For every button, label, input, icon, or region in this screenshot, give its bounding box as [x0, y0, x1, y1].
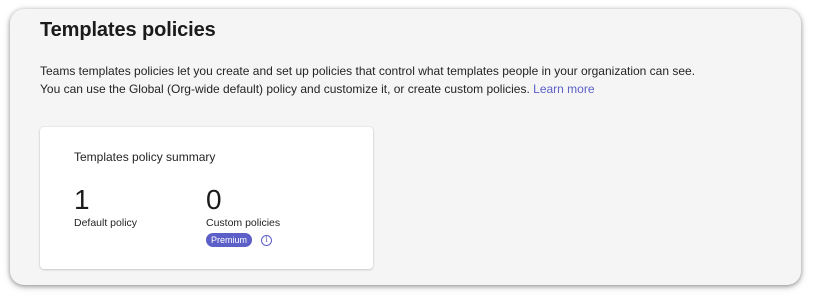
default-policy-stat: 1 Default policy	[74, 183, 137, 229]
custom-policies-count: 0	[206, 184, 222, 215]
premium-badge: Premium	[206, 233, 253, 247]
custom-policies-stat: 0 Custom policies Premium i	[206, 183, 280, 247]
description-line-2: You can use the Global (Org-wide default…	[40, 80, 780, 98]
templates-policies-panel: Templates policies Teams templates polic…	[10, 9, 801, 285]
default-policy-count: 1	[74, 184, 90, 215]
learn-more-link[interactable]: Learn more	[533, 82, 594, 96]
info-icon[interactable]: i	[261, 234, 273, 246]
page-title: Templates policies	[40, 19, 216, 41]
policy-summary-card: Templates policy summary 1 Default polic…	[40, 127, 373, 269]
description-line-2-text: You can use the Global (Org-wide default…	[40, 82, 530, 96]
custom-policies-label: Custom policies	[206, 217, 281, 229]
default-policy-label: Default policy	[74, 217, 138, 229]
page-description: Teams templates policies let you create …	[40, 62, 780, 98]
description-line-1: Teams templates policies let you create …	[40, 64, 696, 78]
card-title: Templates policy summary	[74, 150, 216, 164]
premium-row: Premium i	[206, 233, 280, 247]
